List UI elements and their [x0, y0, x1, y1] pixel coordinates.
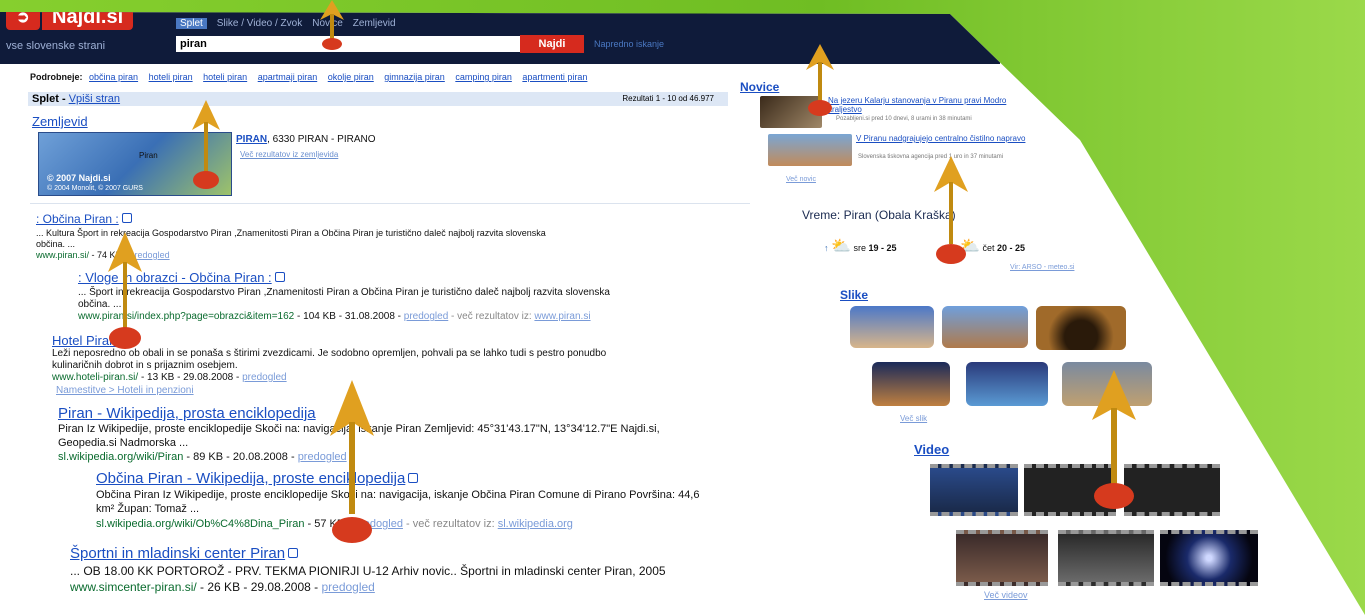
- results-count: Rezultati 1 - 10 od 46.977: [622, 94, 714, 103]
- result-url[interactable]: www.hoteli-piran.si/: [52, 372, 138, 383]
- more-map-results-link[interactable]: Več rezultatov iz zemljevida: [240, 150, 338, 159]
- related-link[interactable]: okolje piran: [328, 72, 374, 82]
- result-meta: www.hoteli-piran.si/ - 13 KB - 29.08.200…: [52, 372, 287, 383]
- more-videos-link[interactable]: Več videov: [984, 590, 1028, 600]
- more-results-link[interactable]: www.piran.si: [534, 311, 590, 322]
- result-snippet-2: občina. ...: [36, 239, 76, 249]
- result-item: : Občina Piran :: [36, 212, 132, 226]
- more-results-link[interactable]: sl.wikipedia.org: [498, 518, 573, 530]
- news-title[interactable]: Novice: [740, 80, 779, 94]
- more-images-link[interactable]: Več slik: [900, 414, 927, 423]
- result-breadcrumb[interactable]: Namestitve > Hoteli in penzioni: [56, 385, 194, 396]
- video-thumbnail[interactable]: [1058, 530, 1154, 586]
- news-thumbnail[interactable]: [768, 134, 852, 166]
- map-address-link[interactable]: PIRAN: [236, 134, 267, 145]
- result-snippet: ... OB 18.00 KK PORTOROŽ - PRV. TEKMA PI…: [70, 564, 666, 578]
- result-snippet: ... Šport in rekreacija Gospodarstvo Pir…: [78, 287, 610, 298]
- tab-slike[interactable]: Slike / Video / Zvok: [217, 18, 302, 29]
- dart-icon: [1092, 370, 1136, 509]
- related-link[interactable]: apartmenti piran: [522, 72, 587, 82]
- result-meta: www.piran.si/index.php?page=obrazci&item…: [78, 311, 591, 322]
- image-thumbnail[interactable]: [966, 362, 1048, 406]
- preview-link[interactable]: predogled: [321, 580, 374, 594]
- news-item-meta: Pozabljeni.si pred 10 dnevi, 8 urami in …: [836, 116, 972, 122]
- result-url[interactable]: www.piran.si/: [36, 250, 89, 260]
- video-thumbnail[interactable]: [1160, 530, 1258, 586]
- tab-zemljevid[interactable]: Zemljevid: [353, 18, 396, 29]
- related-link[interactable]: občina piran: [89, 72, 138, 82]
- result-title[interactable]: Športni in mladinski center Piran: [70, 545, 285, 562]
- search-button[interactable]: Najdi: [520, 35, 584, 53]
- dart-icon: [934, 156, 968, 264]
- result-meta: sl.wikipedia.org/wiki/Piran - 89 KB - 20…: [58, 451, 347, 463]
- preview-link[interactable]: predogled: [242, 372, 286, 383]
- preview-link[interactable]: predogled: [404, 311, 448, 322]
- video-title[interactable]: Video: [914, 442, 949, 457]
- result-title[interactable]: Piran - Wikipedija, prosta enciklopedija: [58, 405, 316, 422]
- weather-day: ↑ ⛅ sre 19 - 25: [824, 238, 897, 255]
- map-address: PIRAN, 6330 PIRAN - PIRANO: [236, 134, 376, 145]
- images-title[interactable]: Slike: [840, 288, 868, 302]
- result-item: Športni in mladinski center Piran: [70, 545, 299, 562]
- map-copyright: © 2007 Najdi.si: [47, 173, 111, 183]
- advanced-search-link[interactable]: Napredno iskanje: [594, 39, 664, 49]
- result-item: Piran - Wikipedija, prosta enciklopedija: [58, 405, 316, 422]
- dart-icon: [330, 380, 374, 543]
- map-label: Piran: [139, 151, 158, 160]
- video-thumbnail[interactable]: [956, 530, 1048, 586]
- related-link[interactable]: gimnazija piran: [384, 72, 445, 82]
- divider: [30, 203, 750, 204]
- result-url[interactable]: www.simcenter-piran.si/: [70, 580, 197, 594]
- sun-cloud-icon: ⛅: [831, 238, 851, 255]
- external-link-icon[interactable]: [288, 548, 299, 558]
- external-link-icon[interactable]: [121, 213, 132, 223]
- external-link-icon[interactable]: [408, 473, 419, 483]
- more-news-link[interactable]: Več novic: [786, 176, 816, 183]
- result-url[interactable]: sl.wikipedia.org/wiki/Ob%C4%8Dina_Piran: [96, 518, 304, 530]
- map-section-title[interactable]: Zemljevid: [32, 114, 88, 129]
- image-thumbnail[interactable]: [872, 362, 950, 406]
- result-url[interactable]: sl.wikipedia.org/wiki/Piran: [58, 451, 183, 463]
- image-thumbnail[interactable]: [850, 306, 934, 348]
- nav-tabs: Splet Slike / Video / Zvok Novice Zemlje…: [176, 18, 396, 29]
- dart-icon: [108, 232, 142, 349]
- related-link[interactable]: apartmaji piran: [258, 72, 318, 82]
- result-snippet-2: Geopedia.si Nadmorska ...: [58, 437, 189, 449]
- related-link[interactable]: camping piran: [455, 72, 512, 82]
- image-thumbnail[interactable]: [1036, 306, 1126, 350]
- video-thumbnail[interactable]: [930, 464, 1018, 516]
- related-link[interactable]: hoteli piran: [149, 72, 193, 82]
- map-copyright-2: © 2004 Monolit, © 2007 GURS: [47, 185, 143, 192]
- related-link[interactable]: hoteli piran: [203, 72, 247, 82]
- related-searches: Podrobneje: občina piran hoteli piran ho…: [30, 72, 595, 82]
- result-snippet-2: km² Župan: Tomaž ...: [96, 503, 200, 515]
- tagline: vse slovenske strani: [6, 40, 106, 52]
- weather-source-link[interactable]: Vir: ARSO - meteo.si: [1010, 264, 1074, 271]
- result-snippet-2: kulinaričnih dobrot in s prijaznim osebj…: [52, 360, 238, 371]
- external-link-icon[interactable]: [274, 272, 285, 282]
- image-thumbnail[interactable]: [942, 306, 1028, 348]
- arrow-up-icon: ↑: [824, 243, 829, 253]
- related-label: Podrobneje:: [30, 72, 83, 82]
- tab-splet[interactable]: Splet: [176, 18, 207, 29]
- news-item-title[interactable]: V Piranu nadgrajujejo centralno čistilno…: [856, 134, 1026, 143]
- result-snippet: Občina Piran Iz Wikipedije, proste encik…: [96, 489, 700, 501]
- result-title[interactable]: : Občina Piran :: [36, 212, 119, 226]
- web-results-bar: Splet - Vpiši stran Rezultati 1 - 10 od …: [28, 92, 728, 106]
- dart-icon: [320, 0, 344, 50]
- dart-icon: [192, 100, 220, 189]
- submit-site-link[interactable]: Vpiši stran: [69, 93, 120, 105]
- news-item-title[interactable]: Na jezeru Kalarju stanovanja v Piranu pr…: [828, 96, 1008, 114]
- result-meta: www.simcenter-piran.si/ - 26 KB - 29.08.…: [70, 580, 375, 594]
- dart-icon: [806, 44, 834, 116]
- section-title: Splet: [32, 93, 59, 105]
